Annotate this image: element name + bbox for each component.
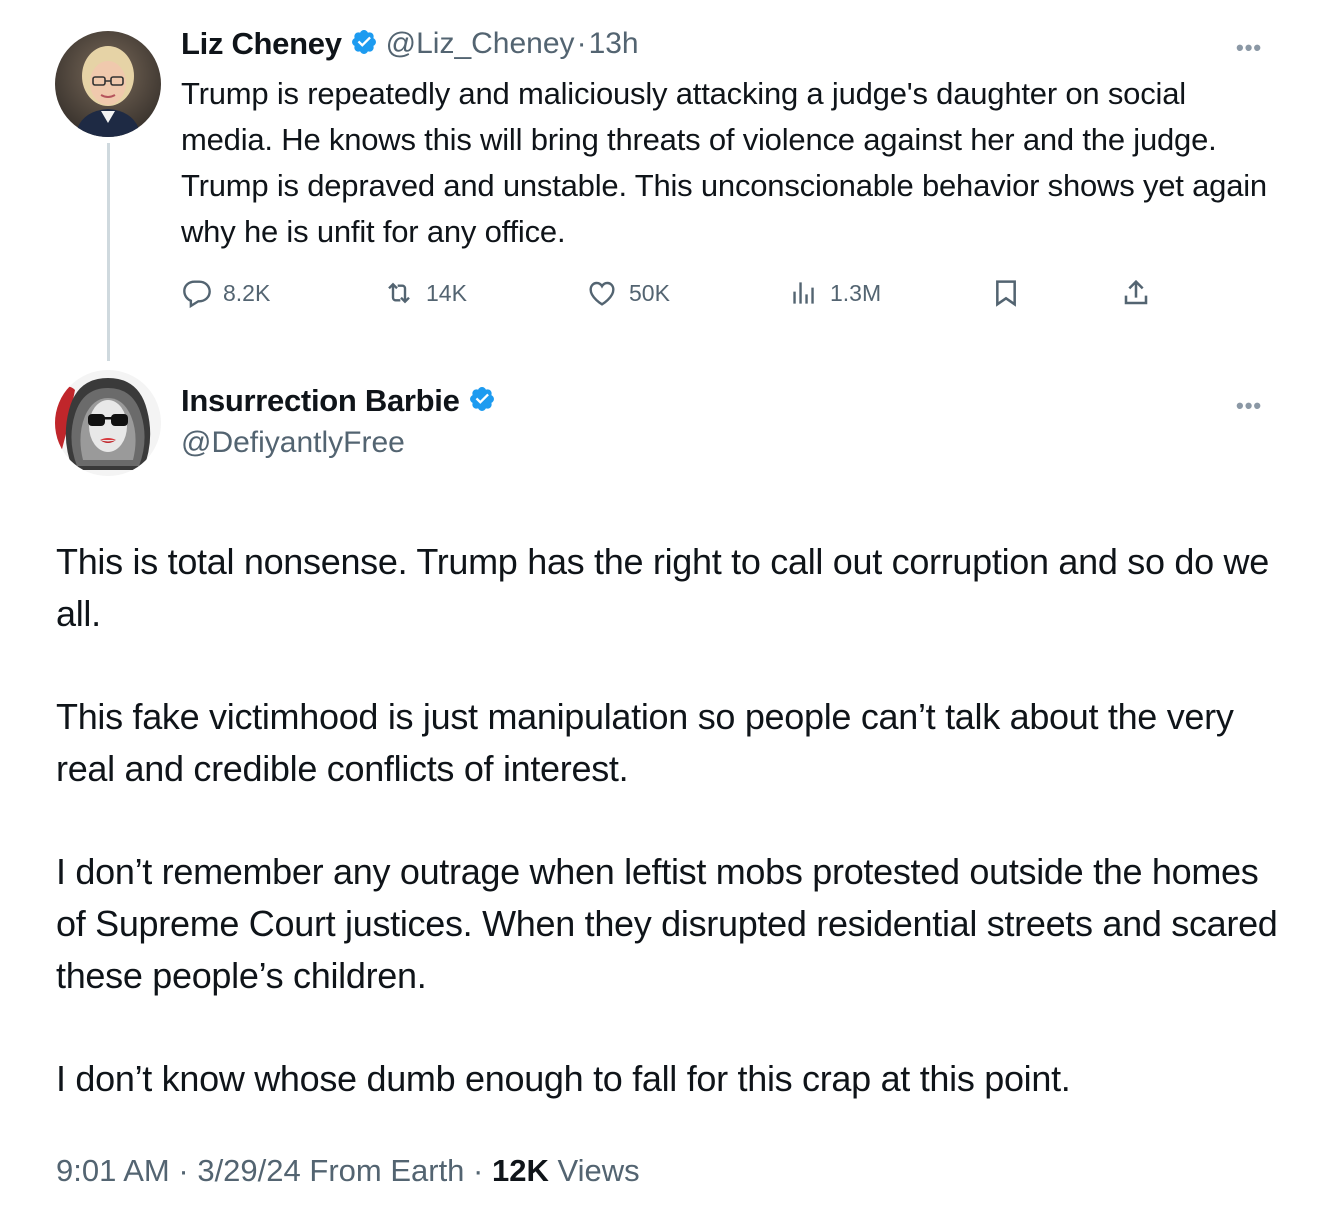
parent-tweet-text: Trump is repeatedly and maliciously atta… [181,76,1267,249]
reply-paragraph: I don’t know whose dumb enough to fall f… [56,1058,1071,1099]
verified-badge-icon [350,28,378,61]
more-icon[interactable]: ••• [1236,37,1262,59]
reply-paragraph: I don’t remember any outrage when leftis… [56,851,1278,996]
separator-dot: · [576,27,587,60]
reply-tweet-header: Insurrection Barbie [181,383,496,419]
avatar-liz-cheney[interactable] [55,31,161,137]
share-button[interactable] [1120,276,1152,310]
reply-author-name[interactable]: Insurrection Barbie [181,383,460,419]
reply-button[interactable]: 8.2K [181,276,270,310]
verified-badge-icon [468,385,496,418]
author-handle[interactable]: @Liz_Cheney [386,27,575,61]
share-icon [1120,276,1152,310]
more-icon[interactable]: ••• [1236,395,1262,417]
reply-count: 8.2K [223,279,271,306]
like-icon [585,277,619,309]
reply-tweet-text: This is total nonsense. Trump has the ri… [56,536,1286,1156]
like-count: 50K [629,279,670,306]
like-button[interactable]: 50K [585,276,670,310]
parent-tweet-header: Liz Cheney @Liz_Cheney · 13h [181,26,639,62]
separator-dot: · [178,1153,189,1188]
views-count[interactable]: 12K [492,1153,549,1188]
separator-dot: · [473,1153,484,1188]
thread-connector-line [107,143,110,361]
reply-paragraph: This is total nonsense. Trump has the ri… [56,541,1269,634]
avatar-insurrection-barbie[interactable] [55,370,161,476]
bookmark-button[interactable] [990,276,1022,310]
repost-count: 14K [426,279,467,306]
tweet-meta: 9:01 AM · 3/29/24 From Earth · 12K Views [56,1153,640,1189]
tweet-timestamp-time[interactable]: 9:01 AM [56,1153,170,1188]
reply-icon [181,277,213,309]
views-label: Views [557,1153,640,1188]
views-icon [788,277,820,309]
bookmark-icon [990,276,1022,310]
tweet-time[interactable]: 13h [589,27,639,61]
views-button[interactable]: 1.3M [788,276,881,310]
reply-paragraph: This fake victimhood is just manipulatio… [56,696,1234,789]
tweet-timestamp-date[interactable]: 3/29/24 [197,1153,300,1188]
author-name[interactable]: Liz Cheney [181,26,342,62]
views-count: 1.3M [830,279,882,306]
repost-button[interactable]: 14K [382,276,467,310]
reply-author-handle[interactable]: @DefiyantlyFree [181,426,405,460]
repost-icon [382,277,416,309]
tweet-source: From Earth [309,1153,465,1188]
